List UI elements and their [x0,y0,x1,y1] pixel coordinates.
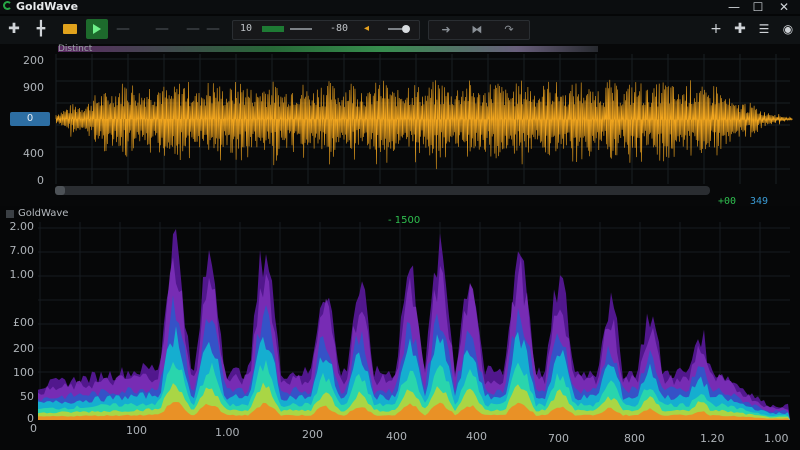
y-axis-label: 50 [20,390,34,403]
y-axis-label: £00 [13,316,34,329]
dash-icon[interactable]: — [155,19,169,39]
waveform-panel[interactable]: Distinct 200 900 400 0 0 +00 349 [0,44,800,207]
goldwave-logo-icon [3,1,12,10]
play-icon[interactable] [86,19,108,39]
plus-icon[interactable]: ✚ [6,19,22,39]
marker-arrow-icon[interactable]: ◂ [364,24,378,34]
y-axis-label: 1.00 [9,268,35,281]
x-axis-label: 400 [466,430,487,443]
x-axis-label: 0 [30,422,37,435]
y-axis-label: 0 [27,412,34,425]
readout-a: 10 [240,23,253,34]
globe-icon[interactable]: ◉ [780,19,796,39]
spectrum-plot [38,222,790,420]
plus-icon[interactable]: + [708,19,724,39]
y-axis-label: 7.00 [9,244,35,257]
x-axis-label: 1.20 [700,432,725,445]
readout-b: -80 [330,23,349,34]
scrollbar-thumb[interactable] [55,186,65,195]
redo-icon[interactable]: ↷ [500,19,518,39]
dash-icon[interactable]: — [186,19,200,39]
x-axis-label: 400 [386,430,407,443]
minimize-button[interactable]: — [722,0,746,14]
skip-icon[interactable]: ⧓ [468,19,486,39]
toolbar: ✚ ╋ — — — — 10 -80 ◂ ➜ ⧓ ↷ + ✚ ☰ ◉ [0,16,800,45]
level-meter-green [262,26,284,32]
spectrum-panel[interactable]: GoldWave - 1500 2.00 7.00 1.00 £00 200 1… [0,206,800,450]
title-bar: GoldWave — ☐ ✕ [0,0,800,14]
window-title: GoldWave [16,0,79,13]
folder-icon[interactable] [60,19,80,39]
y-axis-label: 2.00 [9,220,35,233]
dash-icon[interactable]: — [116,19,130,39]
fast-forward-icon[interactable]: ➜ [437,19,455,39]
y-axis-label: 100 [13,366,34,379]
y-axis-label: 200 [13,342,34,355]
maximize-button[interactable]: ☐ [746,0,770,14]
x-axis-label: 200 [302,428,323,441]
x-axis-label: 1.00 [215,426,240,439]
x-axis-label: 1.00 [764,432,789,445]
readout-group [232,20,420,40]
volume-slider-knob[interactable] [402,25,410,33]
split-icon[interactable]: ╋ [33,19,49,39]
close-button[interactable]: ✕ [772,0,796,14]
menu-icon[interactable]: ☰ [756,19,772,39]
x-axis-label: 100 [126,424,147,437]
plus-icon[interactable]: ✚ [732,19,748,39]
x-axis-label: 800 [624,432,645,445]
x-axis-label: 700 [548,432,569,445]
waveform [55,79,793,170]
level-slider[interactable] [290,28,312,30]
horizontal-scrollbar[interactable] [55,186,710,195]
volume-slider-track[interactable] [388,28,402,30]
dash-icon[interactable]: — [206,19,220,39]
